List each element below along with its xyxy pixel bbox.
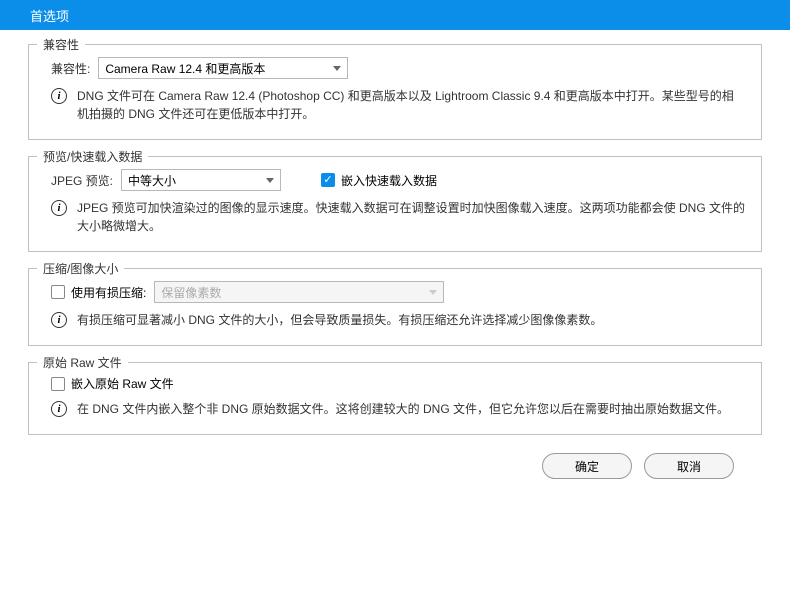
raw-info: 在 DNG 文件内嵌入整个非 DNG 原始数据文件。这将创建较大的 DNG 文件… — [77, 400, 729, 418]
embed-raw-label: 嵌入原始 Raw 文件 — [71, 375, 174, 392]
compatibility-info: DNG 文件可在 Camera Raw 12.4 (Photoshop CC) … — [77, 87, 745, 123]
compression-info: 有损压缩可显著减小 DNG 文件的大小，但会导致质量损失。有损压缩还允许选择减少… — [77, 311, 602, 329]
lossy-compression-label: 使用有损压缩: — [71, 284, 146, 301]
compatibility-label: 兼容性: — [51, 60, 90, 77]
chevron-down-icon — [266, 178, 274, 183]
raw-group: 原始 Raw 文件 嵌入原始 Raw 文件 i 在 DNG 文件内嵌入整个非 D… — [28, 362, 762, 435]
dialog-footer: 确定 取消 — [28, 445, 762, 479]
chevron-down-icon — [429, 290, 437, 295]
preview-group: 预览/快速载入数据 JPEG 预览: 中等大小 ✓ 嵌入快速载入数据 i JPE… — [28, 156, 762, 252]
lossy-compression-checkbox[interactable]: 使用有损压缩: — [51, 284, 146, 301]
titlebar: 首选项 — [0, 0, 790, 30]
info-icon: i — [51, 401, 67, 417]
compatibility-group: 兼容性 兼容性: Camera Raw 12.4 和更高版本 i DNG 文件可… — [28, 44, 762, 140]
raw-legend: 原始 Raw 文件 — [37, 354, 128, 371]
cancel-button[interactable]: 取消 — [644, 453, 734, 479]
info-icon: i — [51, 312, 67, 328]
checkbox-icon: ✓ — [321, 173, 335, 187]
compression-legend: 压缩/图像大小 — [37, 260, 124, 277]
info-icon: i — [51, 200, 67, 216]
jpeg-preview-select[interactable]: 中等大小 — [121, 169, 281, 191]
checkbox-icon — [51, 285, 65, 299]
info-icon: i — [51, 88, 67, 104]
ok-button[interactable]: 确定 — [542, 453, 632, 479]
compression-group: 压缩/图像大小 使用有损压缩: 保留像素数 i 有损压缩可显著减小 DNG 文件… — [28, 268, 762, 346]
content-area: 兼容性 兼容性: Camera Raw 12.4 和更高版本 i DNG 文件可… — [0, 30, 790, 489]
window-title: 首选项 — [30, 6, 69, 25]
preview-info: JPEG 预览可加快渲染过的图像的显示速度。快速载入数据可在调整设置时加快图像载… — [77, 199, 745, 235]
checkbox-icon — [51, 377, 65, 391]
embed-raw-checkbox[interactable]: 嵌入原始 Raw 文件 — [51, 375, 174, 392]
preview-legend: 预览/快速载入数据 — [37, 148, 148, 165]
preserve-pixels-select: 保留像素数 — [154, 281, 444, 303]
embed-fast-load-checkbox[interactable]: ✓ 嵌入快速载入数据 — [321, 172, 437, 189]
compatibility-select[interactable]: Camera Raw 12.4 和更高版本 — [98, 57, 348, 79]
jpeg-preview-value: 中等大小 — [128, 172, 176, 189]
compatibility-select-value: Camera Raw 12.4 和更高版本 — [105, 60, 265, 77]
embed-fast-load-label: 嵌入快速载入数据 — [341, 172, 437, 189]
preserve-pixels-value: 保留像素数 — [161, 284, 221, 301]
chevron-down-icon — [333, 66, 341, 71]
compatibility-legend: 兼容性 — [37, 36, 85, 53]
jpeg-preview-label: JPEG 预览: — [51, 172, 113, 189]
